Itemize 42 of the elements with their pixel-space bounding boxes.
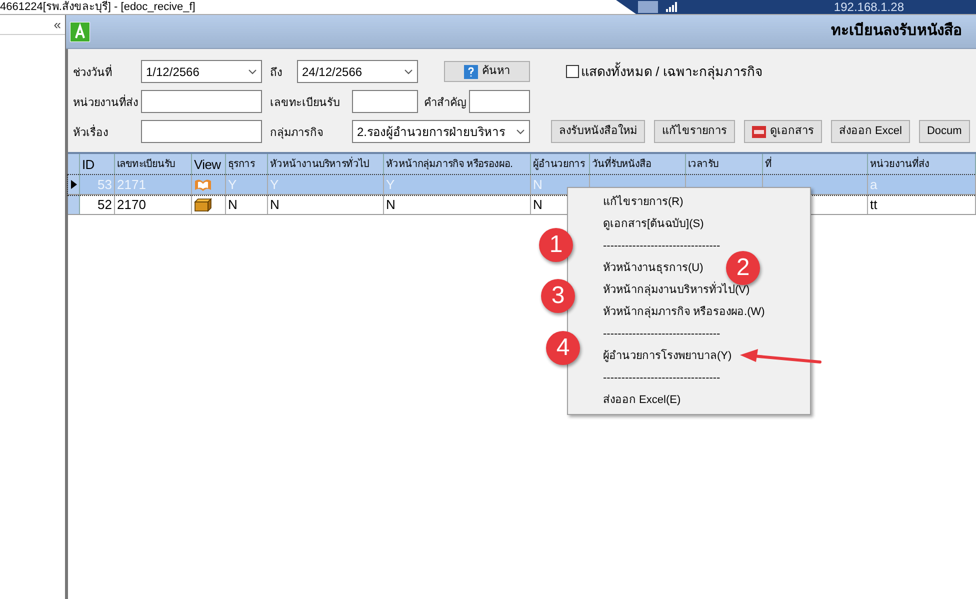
table-cell: N <box>226 195 268 214</box>
field-label: คำสำคัญ <box>424 96 466 108</box>
action-button[interactable]: Docum <box>918 120 970 143</box>
field-label: หัวเรื่อง <box>73 126 108 138</box>
window-title: 4661224[รพ.สังขละบุรี] - [edoc_recive_f] <box>0 0 196 14</box>
date-from-dropdown[interactable]: 1/12/2566 <box>141 60 262 83</box>
page-title: ทะเบียนลงรับหนังสือ <box>831 21 962 42</box>
action-button[interactable]: ดูเอกสาร <box>744 120 822 143</box>
menu-item[interactable]: -------------------------------- <box>603 238 720 254</box>
table-cell: Y <box>384 175 531 194</box>
date-to-dropdown[interactable]: 24/12/2566 <box>297 60 418 83</box>
field-label: กลุ่มภารกิจ <box>270 126 323 138</box>
table-cell: 2171 <box>115 175 192 194</box>
table-cell: 52 <box>80 195 115 214</box>
field-label: ช่วงวันที่ <box>73 66 112 78</box>
table-cell: N <box>384 195 531 214</box>
action-button[interactable]: แก้ไขรายการ <box>654 120 735 143</box>
collapse-button[interactable]: « <box>54 15 61 34</box>
table-cell: a <box>868 175 976 194</box>
search-button[interactable]: ค้นหา <box>444 61 530 82</box>
field-label: เลขทะเบียนรับ <box>270 96 340 108</box>
menu-item[interactable]: -------------------------------- <box>603 370 720 386</box>
table-cell: 53 <box>80 175 115 194</box>
table-cell: tt <box>868 195 976 214</box>
menu-item[interactable]: ส่งออก Excel(E) <box>603 392 681 408</box>
group-dropdown[interactable]: 2.รองผู้อำนวยการฝ่ายบริหาร <box>352 120 530 143</box>
menu-item[interactable]: ดูเอกสาร[ต้นฉบับ](S) <box>603 216 704 232</box>
menu-item[interactable]: ผู้อำนวยการโรงพยาบาล(Y) <box>603 348 732 364</box>
menu-item[interactable]: -------------------------------- <box>603 326 720 342</box>
menu-item[interactable]: หัวหน้างานธุรการ(U) <box>603 260 704 276</box>
menu-item[interactable]: หัวหน้ากลุ่มภารกิจ หรือรองผอ.(W) <box>603 304 765 320</box>
field-label: ถึง <box>270 66 282 78</box>
menu-item[interactable]: แก้ไขรายการ(R) <box>603 194 684 210</box>
show-all-checkbox[interactable]: แสดงทั้งหมด / เฉพาะกลุ่มภารกิจ <box>566 62 763 82</box>
table-cell: 2170 <box>115 195 192 214</box>
table-cell: N <box>268 195 384 214</box>
table-cell: Y <box>226 175 268 194</box>
action-button[interactable]: ลงรับหนังสือใหม่ <box>551 120 645 143</box>
action-button[interactable]: ส่งออก Excel <box>831 120 910 143</box>
table-cell: Y <box>268 175 384 194</box>
field-label: หน่วยงานที่ส่ง <box>73 96 138 108</box>
remote-address: 192.168.1.28 <box>834 0 904 16</box>
